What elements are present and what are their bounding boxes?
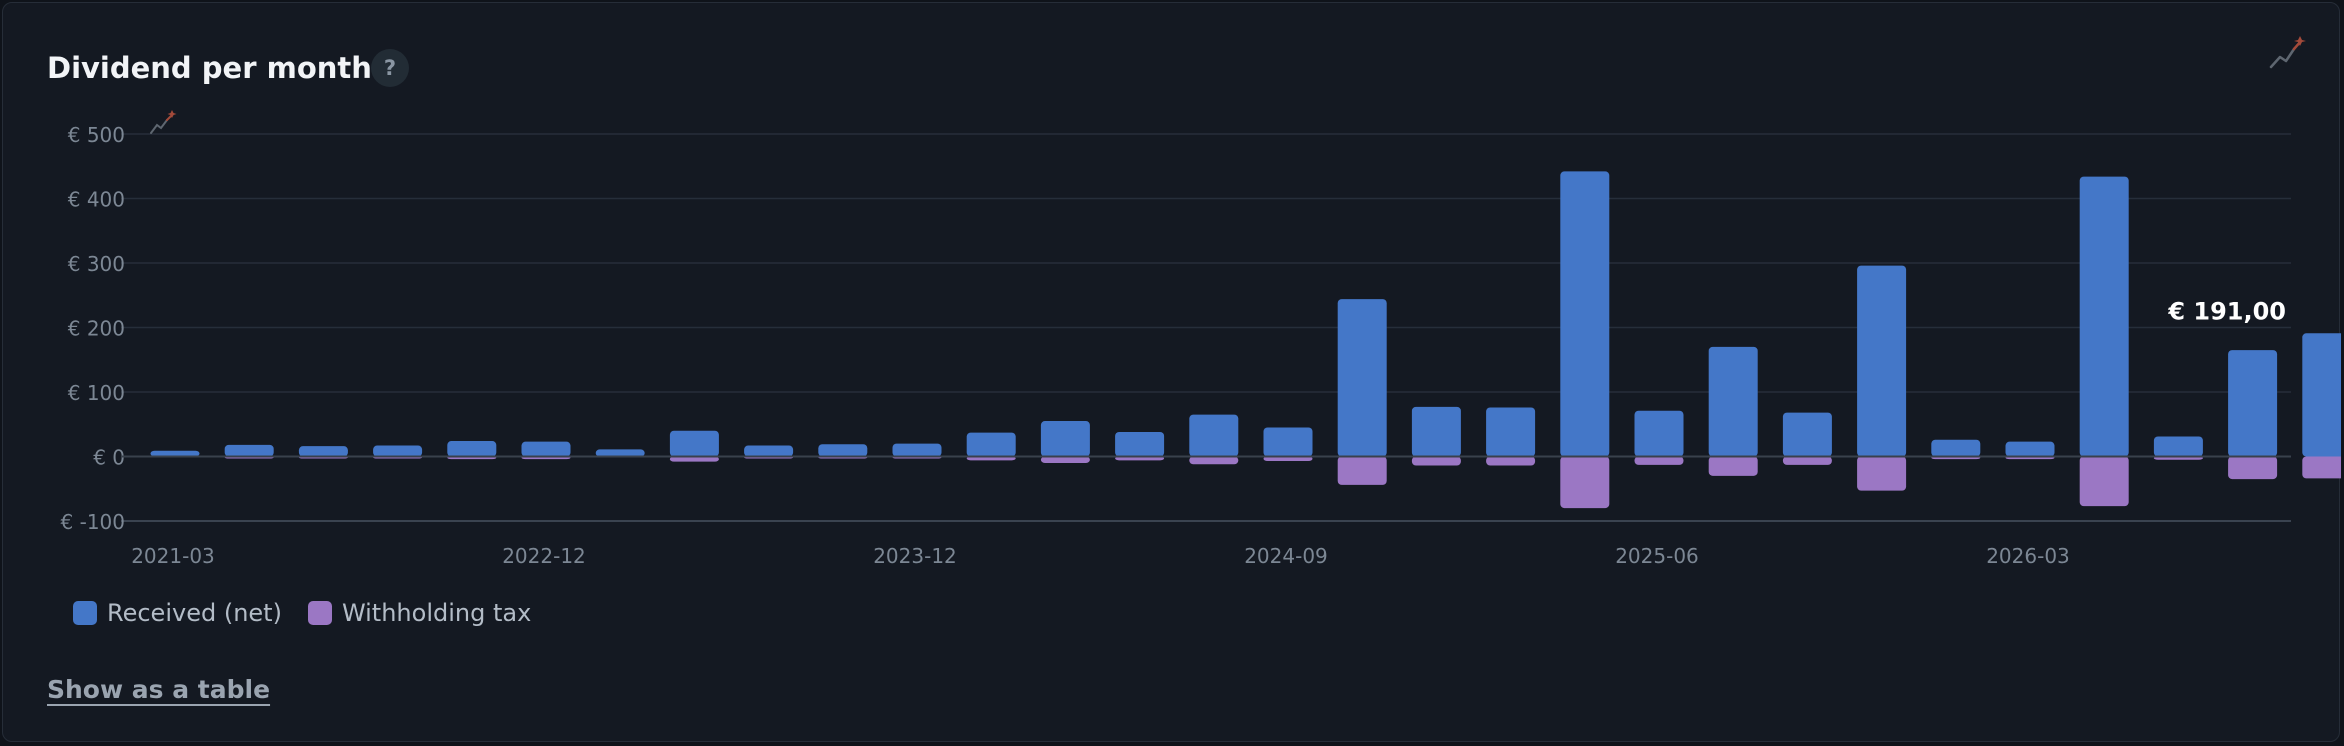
bar-withholding — [1560, 456, 1610, 509]
bar-received — [1040, 421, 1090, 457]
bar-withholding — [1708, 456, 1758, 476]
bar-received — [892, 443, 942, 457]
y-tick-label: € 200 — [68, 317, 125, 341]
bar-received — [1708, 346, 1758, 457]
bar-received — [1263, 427, 1313, 457]
bar-received — [521, 441, 571, 457]
x-tick-label: 2024-09 — [1244, 544, 1328, 568]
bar-received — [1634, 410, 1684, 457]
bar-withholding — [1857, 456, 1907, 491]
x-tick-label: 2021-03 — [131, 544, 215, 568]
bar-withholding — [1337, 456, 1387, 485]
y-tick-label: € 300 — [68, 252, 125, 276]
bar-received — [2153, 436, 2203, 457]
bar-received — [595, 449, 645, 457]
bar-received — [669, 430, 719, 457]
legend-swatch-withholding — [307, 601, 332, 625]
bar-received — [2228, 350, 2278, 457]
bar-received — [224, 444, 274, 457]
bar-received — [373, 445, 423, 457]
y-tick-label: € 0 — [93, 446, 125, 470]
bar-received — [1782, 412, 1832, 457]
bar-withholding — [1411, 456, 1461, 466]
data-label-last-bar: € 191,00 — [2167, 297, 2286, 325]
legend-label-withholding: Withholding tax — [341, 599, 532, 627]
bar-received — [298, 446, 348, 457]
bar-received — [2302, 333, 2341, 457]
x-tick-label: 2026-03 — [1986, 544, 2070, 568]
bar-received — [1115, 431, 1165, 457]
bar-received — [1857, 265, 1907, 457]
x-tick-label: 2025-06 — [1615, 544, 1699, 568]
x-tick-label: 2023-12 — [873, 544, 957, 568]
y-tick-label: € 500 — [68, 123, 125, 147]
show-as-table-link[interactable]: Show as a table — [47, 675, 270, 704]
small-trend-icon — [150, 110, 177, 134]
x-tick-label: 2022-12 — [502, 544, 586, 568]
chart-legend: Received (net) Withholding tax — [73, 599, 557, 627]
bar-received — [1931, 439, 1981, 457]
bar-received — [447, 441, 497, 457]
bar-withholding — [1486, 456, 1536, 466]
bar-received — [744, 445, 794, 457]
bar-received — [1486, 407, 1536, 457]
bar-received — [1411, 406, 1461, 457]
dividend-card: Dividend per month ? € -100 € 0 € 100 € 200… — [2, 2, 2341, 742]
bar-received — [818, 444, 868, 457]
bar-received — [1560, 171, 1610, 457]
bar-withholding — [2079, 456, 2129, 507]
bar-withholding — [2302, 456, 2341, 479]
legend-item-withholding[interactable]: Withholding tax — [307, 599, 532, 627]
y-tick-label: € -100 — [61, 510, 125, 534]
legend-label-received: Received (net) — [107, 599, 282, 627]
y-tick-label: € 400 — [68, 188, 125, 212]
bar-received — [1337, 299, 1387, 457]
legend-item-received[interactable]: Received (net) — [73, 599, 282, 627]
bar-received — [1189, 414, 1239, 457]
bar-withholding — [1782, 456, 1832, 465]
bar-received — [2005, 441, 2055, 457]
bar-withholding — [1634, 456, 1684, 465]
dividend-bar-chart: € -100 € 0 € 100 € 200 € 300 € 400 € 500 2021-0… — [61, 110, 2341, 568]
bar-withholding — [2228, 456, 2278, 480]
bar-received — [966, 432, 1016, 457]
y-tick-label: € 100 — [68, 381, 125, 405]
bar-withholding — [1189, 456, 1239, 465]
bar-received — [2079, 176, 2129, 457]
legend-swatch-received — [73, 601, 97, 625]
